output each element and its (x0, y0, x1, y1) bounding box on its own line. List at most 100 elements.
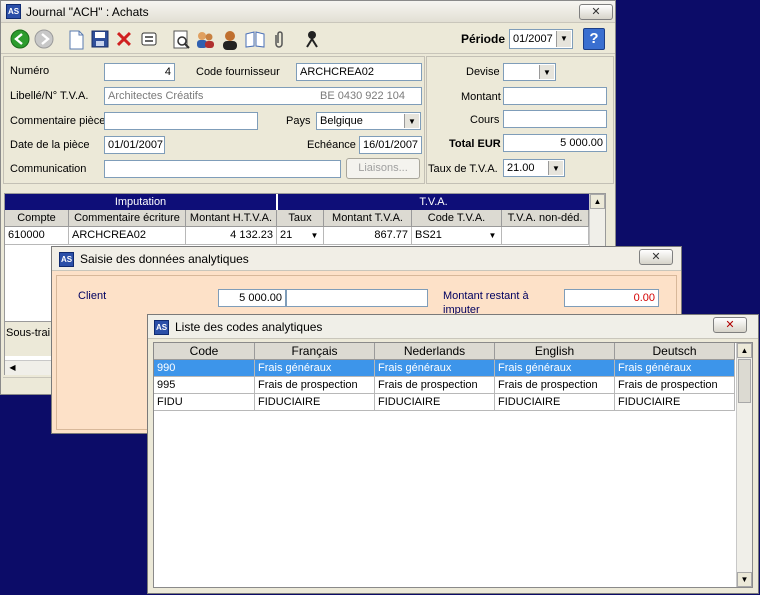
libelle-input: Architectes Créatifs BE 0430 922 104 (104, 87, 422, 105)
chevron-down-icon[interactable]: ▼ (404, 114, 419, 128)
col-compte[interactable]: Compte (5, 210, 69, 227)
list-col-code[interactable]: Code (154, 343, 255, 360)
app-logo-icon: AS (6, 4, 21, 19)
analytic-title: Saisie des données analytiques (80, 252, 249, 266)
agent-icon[interactable] (301, 29, 323, 51)
cell-taux[interactable]: 21 ▼ (277, 227, 324, 245)
cours-input[interactable] (503, 110, 607, 128)
code-fournisseur-input[interactable]: ARCHCREA02 (296, 63, 422, 81)
list-row-english[interactable]: Frais généraux (495, 360, 615, 377)
cell-commentaire[interactable]: ARCHCREA02 (69, 227, 186, 245)
cell-compte[interactable]: 610000 (5, 227, 69, 245)
col-commentaire[interactable]: Commentaire écriture (69, 210, 186, 227)
montant-restant-label: Montant restant à imputer (443, 290, 529, 316)
periode-value: 01/2007 (513, 33, 553, 45)
chevron-down-icon[interactable]: ▼ (485, 228, 500, 243)
numero-input[interactable]: 4 (104, 63, 175, 81)
analytic-close-button[interactable]: ✕ (639, 249, 673, 265)
users-icon[interactable] (194, 29, 216, 51)
client-label: Client (78, 290, 107, 302)
col-montant-htva[interactable]: Montant H.T.V.A. (186, 210, 277, 227)
list-col-deutsch[interactable]: Deutsch (615, 343, 735, 360)
help-icon[interactable]: ? (583, 28, 605, 50)
list-row-deutsch[interactable]: Frais de prospection (615, 377, 735, 394)
list-row-francais[interactable]: FIDUCIAIRE (255, 394, 375, 411)
app-logo-icon: AS (154, 320, 169, 335)
chevron-down-icon[interactable]: ▼ (556, 31, 571, 47)
person-icon[interactable] (219, 29, 241, 51)
list-col-english[interactable]: English (495, 343, 615, 360)
grid-group-imputation: Imputation (5, 194, 276, 210)
save-icon[interactable] (89, 29, 111, 51)
list-row-deutsch[interactable]: FIDUCIAIRE (615, 394, 735, 411)
taux-tva-select[interactable]: 21.00 ▼ (503, 159, 565, 177)
total-eur-input[interactable]: 5 000.00 (503, 134, 607, 152)
liaisons-button[interactable]: Liaisons... (346, 158, 420, 179)
echeance-input[interactable]: 16/01/2007 (359, 136, 422, 154)
communication-label: Communication (10, 163, 87, 175)
cell-code-tva[interactable]: BS21 ▼ (412, 227, 502, 245)
client-description[interactable] (286, 289, 428, 307)
list-col-francais[interactable]: Français (255, 343, 375, 360)
montant-input[interactable] (503, 87, 607, 105)
chevron-down-icon[interactable]: ▼ (548, 161, 563, 175)
list-row-deutsch[interactable]: Frais généraux (615, 360, 735, 377)
col-code-tva[interactable]: Code T.V.A. (412, 210, 502, 227)
list-row-english[interactable]: Frais de prospection (495, 377, 615, 394)
forward-icon[interactable] (33, 29, 55, 51)
codes-close-button[interactable]: ✕ (713, 317, 747, 333)
col-montant-tva[interactable]: Montant T.V.A. (324, 210, 412, 227)
grid-vertical-scrollbar[interactable]: ▲ (589, 194, 605, 252)
devise-select[interactable]: ▼ (503, 63, 556, 81)
book-icon[interactable] (244, 29, 266, 51)
new-document-icon[interactable] (65, 29, 87, 51)
taux-tva-label: Taux de T.V.A. (428, 163, 498, 175)
code-fournisseur-label: Code fournisseur (196, 66, 280, 78)
attach-icon[interactable] (268, 29, 290, 51)
col-taux[interactable]: Taux (277, 210, 324, 227)
back-icon[interactable] (9, 29, 31, 51)
col-tva-non-ded[interactable]: T.V.A. non-déd. (502, 210, 589, 227)
scroll-up-icon[interactable]: ▲ (737, 343, 752, 358)
app-logo-icon: AS (59, 252, 74, 267)
toggle-icon[interactable] (138, 29, 160, 51)
scroll-down-icon[interactable]: ▼ (737, 572, 752, 587)
chevron-down-icon[interactable]: ▼ (307, 228, 322, 243)
codes-vertical-scrollbar[interactable]: ▲ ▼ (736, 343, 752, 587)
cell-montant-tva[interactable]: 867.77 (324, 227, 412, 245)
commentaire-piece-input[interactable] (104, 112, 258, 130)
list-row-nederlands[interactable]: Frais généraux (375, 360, 495, 377)
list-row-nederlands[interactable]: FIDUCIAIRE (375, 394, 495, 411)
cell-montant-htva[interactable]: 4 132.23 (186, 227, 277, 245)
preview-icon[interactable] (170, 29, 192, 51)
cell-taux-value: 21 (280, 229, 293, 241)
chevron-down-icon[interactable]: ▼ (539, 65, 554, 79)
list-row-francais[interactable]: Frais de prospection (255, 377, 375, 394)
list-row-code[interactable]: 990 (154, 360, 255, 377)
echeance-label: Echéance (307, 139, 356, 151)
montant-restant-value: 0.00 (564, 289, 659, 307)
periode-label: Période (461, 32, 506, 46)
scroll-left-icon[interactable]: ◀ (5, 361, 20, 375)
list-row-code[interactable]: 995 (154, 377, 255, 394)
analytic-titlebar: AS Saisie des données analytiques ✕ (52, 247, 681, 271)
main-close-button[interactable]: ✕ (579, 4, 613, 20)
list-row-code[interactable]: FIDU (154, 394, 255, 411)
delete-icon[interactable]: ✕ (113, 29, 135, 51)
codes-title: Liste des codes analytiques (175, 320, 323, 334)
commentaire-piece-label: Commentaire pièce (10, 115, 106, 127)
periode-select[interactable]: 01/2007 ▼ (509, 29, 573, 49)
scroll-thumb[interactable] (738, 359, 751, 403)
grid-horizontal-scrollbar[interactable]: ◀ (5, 360, 55, 375)
cell-tva-non-ded[interactable] (502, 227, 589, 245)
list-row-english[interactable]: FIDUCIAIRE (495, 394, 615, 411)
list-col-nederlands[interactable]: Nederlands (375, 343, 495, 360)
client-value[interactable]: 5 000.00 (218, 289, 286, 307)
date-piece-input[interactable]: 01/01/2007 (104, 136, 165, 154)
scroll-up-icon[interactable]: ▲ (590, 194, 605, 209)
list-row-nederlands[interactable]: Frais de prospection (375, 377, 495, 394)
list-row-francais[interactable]: Frais généraux (255, 360, 375, 377)
grid-group-tva: T.V.A. (277, 194, 589, 210)
communication-input[interactable] (104, 160, 341, 178)
pays-select[interactable]: Belgique ▼ (316, 112, 421, 130)
